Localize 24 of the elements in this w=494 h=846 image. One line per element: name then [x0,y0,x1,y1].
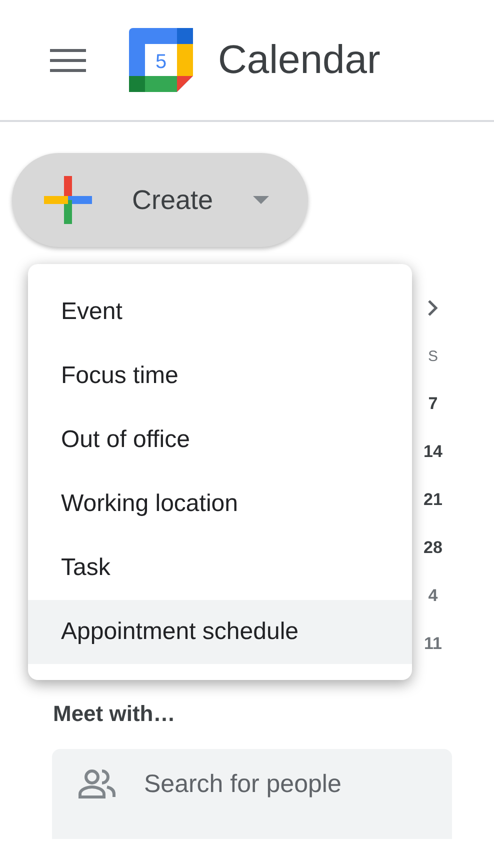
meet-with-heading: Meet with… [53,701,176,727]
plus-icon [44,176,92,224]
menu-item[interactable]: Focus time [28,344,412,408]
calendar-day[interactable]: 14 [424,428,442,476]
people-search-field[interactable]: Search for people [52,749,452,839]
menu-item[interactable]: Appointment schedule [28,600,412,664]
calendar-day[interactable]: 28 [424,524,442,572]
create-button[interactable]: Create [12,153,308,247]
people-icon [78,769,116,799]
menu-item[interactable]: Out of office [28,408,412,472]
caret-icon [253,196,270,204]
calendar-day[interactable]: 4 [428,572,438,620]
menu-icon [50,48,86,72]
menu-item[interactable]: Event [28,280,412,344]
calendar-day[interactable]: 7 [428,380,438,428]
calendar-day[interactable]: 21 [424,476,442,524]
menu-item[interactable]: Task [28,536,412,600]
calendar-logo-icon: 5 [129,28,193,92]
search-input[interactable]: Search for people [142,769,446,800]
weekday-label: S [428,346,438,366]
app-title: Calendar [218,38,380,82]
menu-item[interactable]: Working location [28,472,412,536]
calendar-day[interactable]: 11 [424,620,442,668]
chevron-right-icon [427,299,439,317]
